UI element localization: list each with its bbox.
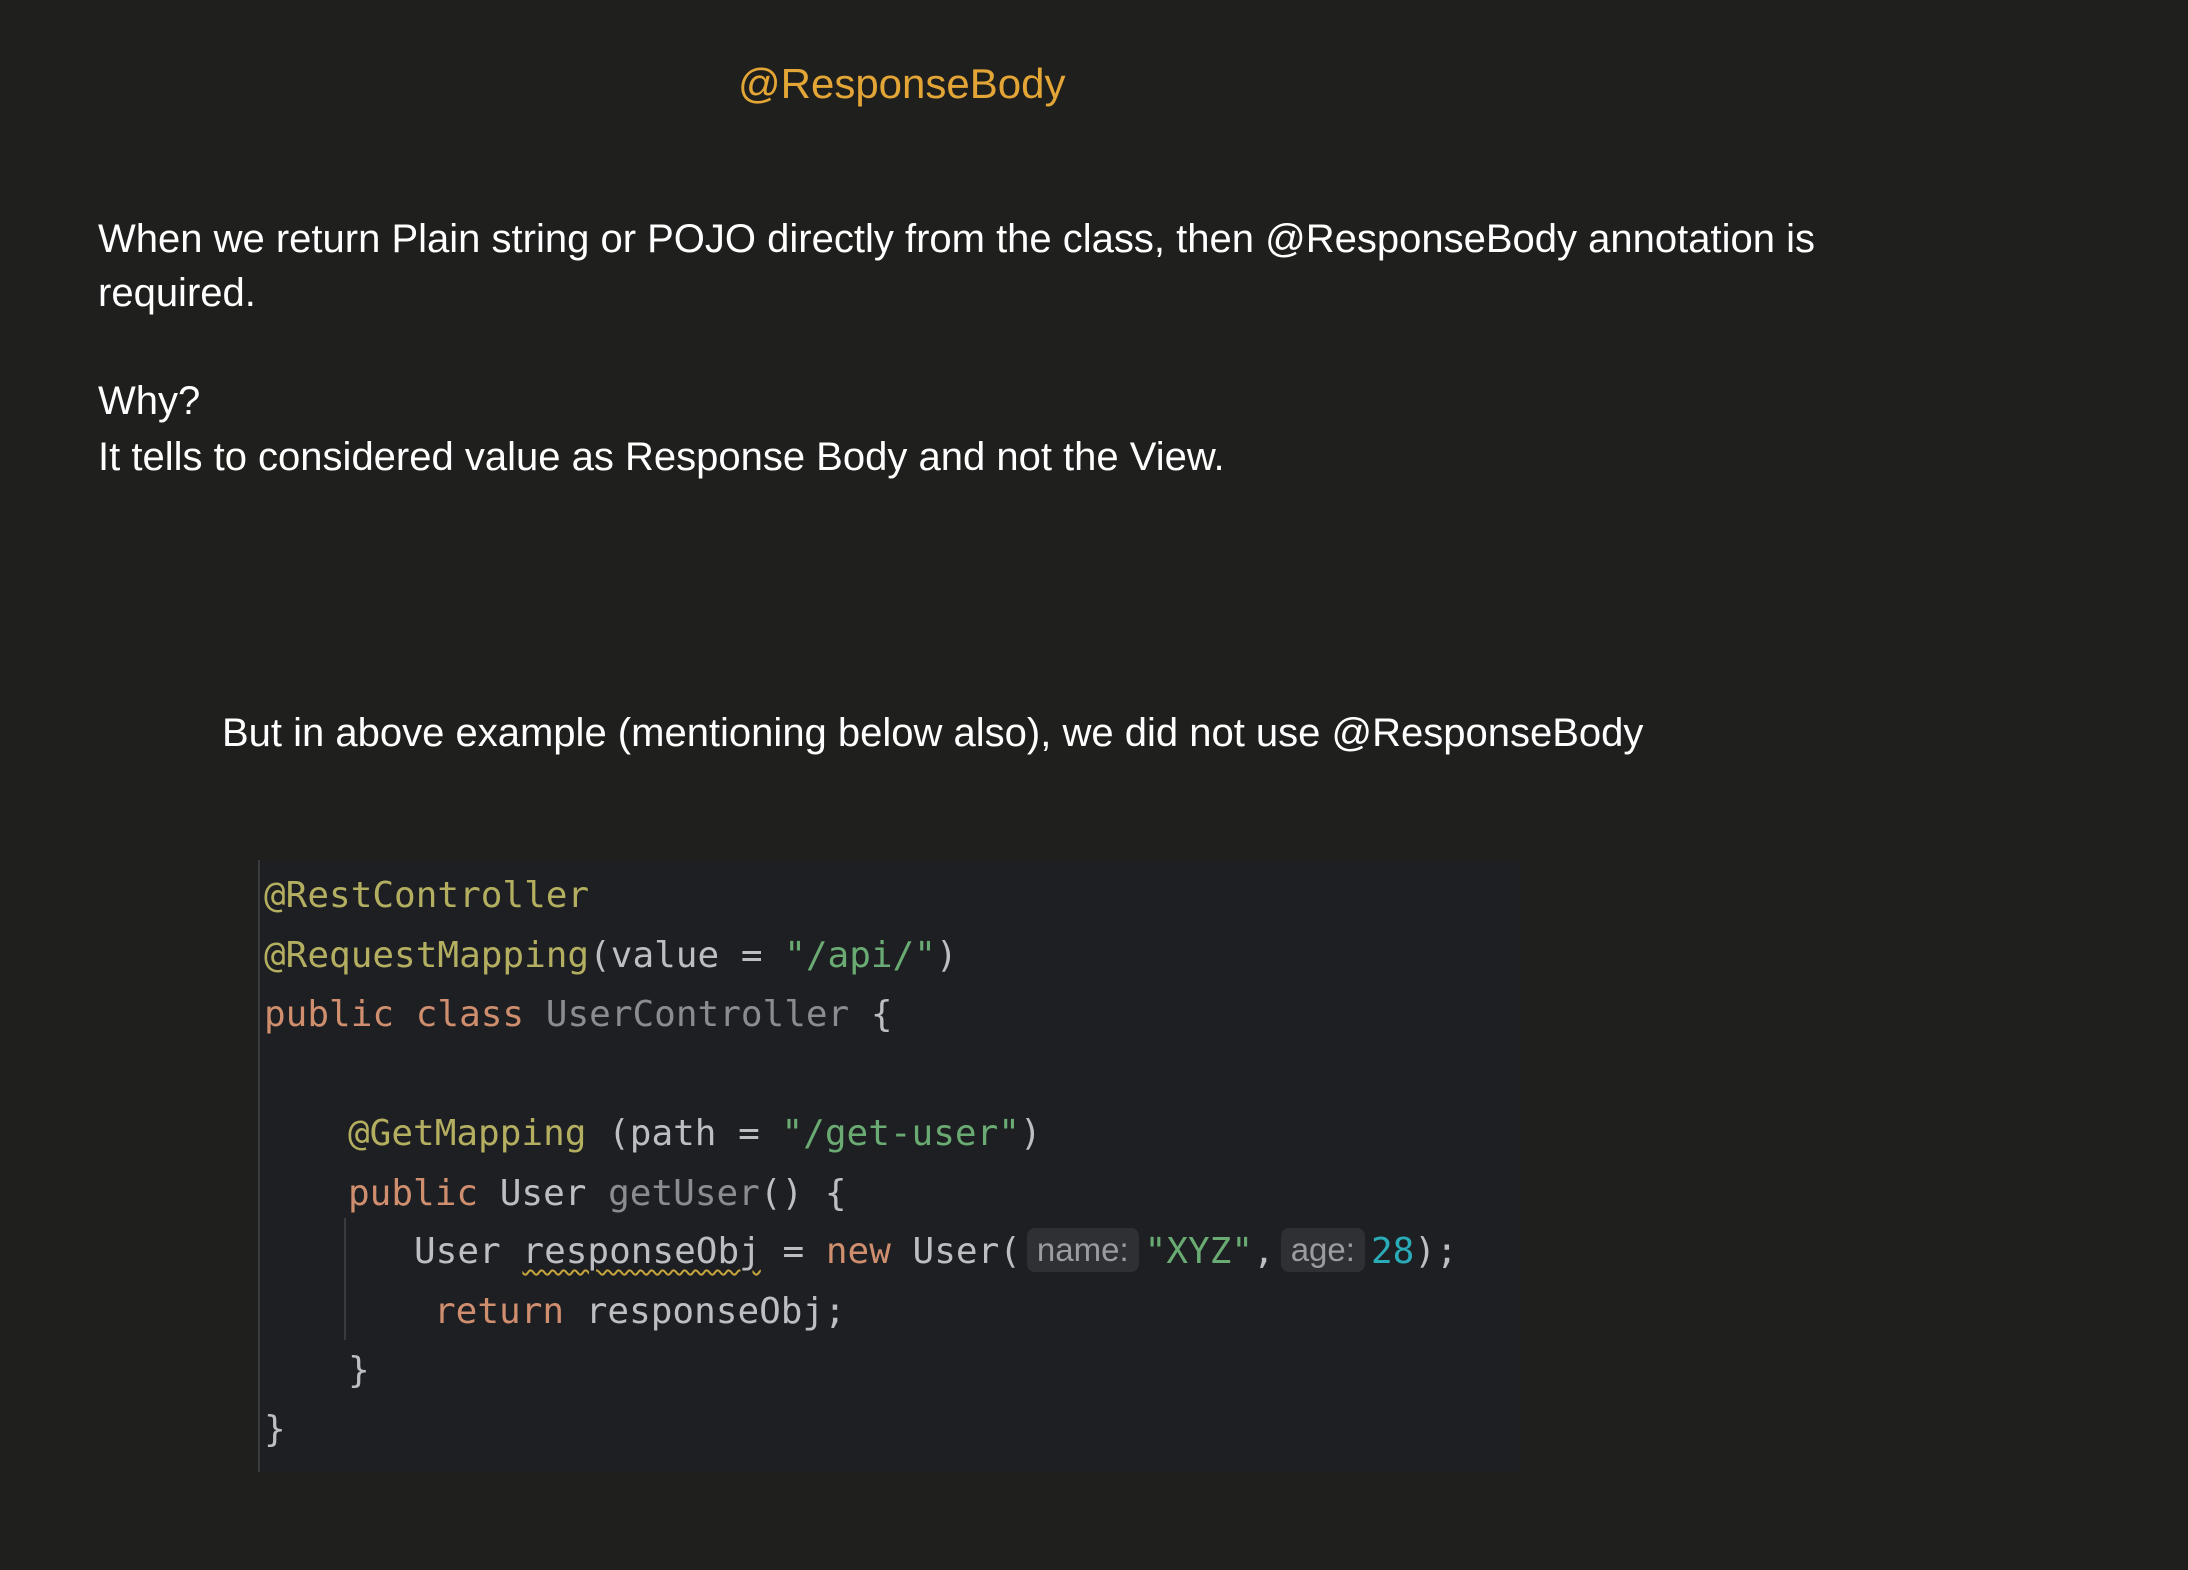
code-number: 28	[1370, 1231, 1415, 1272]
code-text: User(	[890, 1231, 1021, 1272]
why-heading: Why?	[98, 379, 201, 423]
code-brace: {	[870, 994, 893, 1035]
code-snippet: @RestController @RequestMapping(value = …	[258, 860, 1520, 1472]
code-text: )	[1019, 1113, 1042, 1154]
intro-paragraph: When we return Plain string or POJO dire…	[98, 212, 1815, 320]
indent-guide	[344, 1218, 346, 1340]
code-text: responseObj;	[564, 1291, 846, 1332]
code-line-9: }	[264, 1406, 286, 1454]
code-line-6: User responseObj = new User(name: "XYZ", a…	[414, 1228, 1458, 1276]
code-keyword: return	[434, 1291, 565, 1332]
code-keyword: public	[348, 1173, 479, 1214]
code-text: )	[935, 935, 958, 976]
code-text: =	[760, 1231, 826, 1272]
code-annotation: @RestController	[264, 875, 590, 916]
code-string: "/get-user"	[781, 1113, 1020, 1154]
code-line-3: public class UserController {	[264, 991, 893, 1039]
page-title: @ResponseBody	[738, 60, 1066, 107]
parameter-hint-name: name:	[1026, 1228, 1139, 1272]
code-type: User	[414, 1231, 501, 1272]
code-method-name: getUser	[608, 1173, 760, 1214]
code-brace: }	[264, 1409, 286, 1450]
code-annotation: @GetMapping	[348, 1113, 587, 1154]
code-line-1: @RestController	[264, 872, 589, 920]
code-keyword: public	[264, 994, 395, 1035]
code-string: "/api/"	[784, 935, 936, 976]
code-line-4: @GetMapping (path = "/get-user")	[348, 1110, 1042, 1158]
intro-line-1: When we return Plain string or POJO dire…	[98, 217, 1815, 261]
parameter-hint-age: age:	[1280, 1228, 1365, 1272]
code-type: User	[499, 1173, 587, 1214]
code-line-8: }	[348, 1347, 370, 1395]
intro-line-2: required.	[98, 271, 256, 315]
why-answer: It tells to considered value as Response…	[98, 435, 1225, 479]
code-line-5: public User getUser() {	[348, 1170, 847, 1218]
code-keyword: class	[415, 994, 525, 1035]
code-string: "XYZ"	[1144, 1231, 1254, 1272]
code-line-2: @RequestMapping(value = "/api/")	[264, 932, 958, 980]
code-keyword: new	[825, 1231, 891, 1272]
code-text: (path =	[586, 1113, 782, 1154]
code-line-7: return responseObj;	[434, 1288, 846, 1336]
code-brace: }	[348, 1350, 370, 1391]
code-text: (value =	[589, 935, 785, 976]
code-text: ,	[1253, 1231, 1275, 1272]
code-text: );	[1414, 1231, 1458, 1272]
note-text: But in above example (mentioning below a…	[222, 711, 1644, 755]
code-text: () {	[759, 1173, 847, 1214]
code-variable-warning: responseObj	[522, 1231, 761, 1272]
code-class-name: UserController	[545, 994, 850, 1035]
code-annotation: @RequestMapping	[264, 935, 590, 976]
